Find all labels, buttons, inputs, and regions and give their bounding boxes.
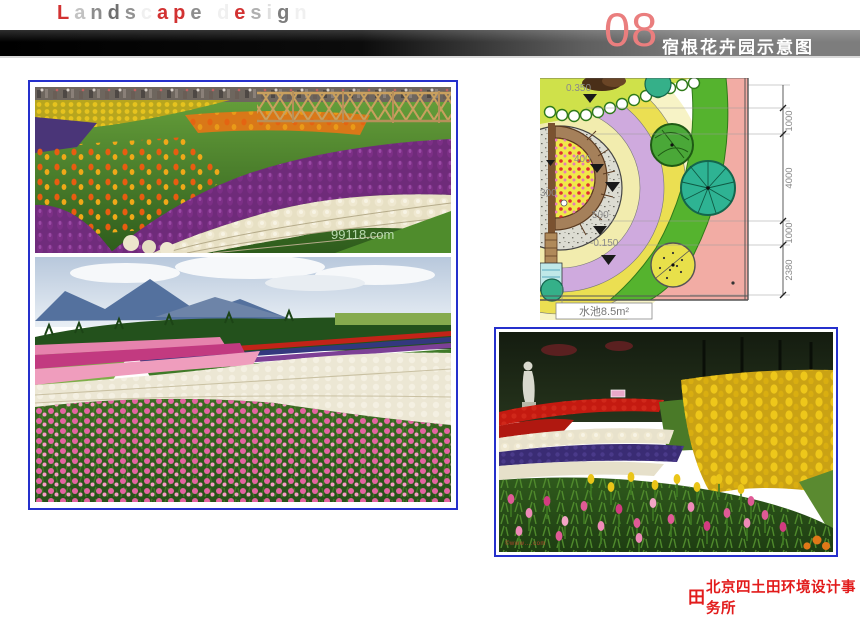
elev-middle: 500: [592, 210, 609, 221]
watermark-top-photo: 99118.com: [331, 227, 394, 242]
company-name: 北京四土田环境设计事务所: [706, 576, 860, 618]
page-title: 宿根花卉园示意图: [662, 33, 814, 58]
plan-drawing: 0.350 400 300 500 -0.150 1000: [540, 78, 796, 320]
photo-flower-spiral: 99118.com: [35, 87, 451, 253]
elev-left: 300: [540, 188, 557, 199]
dim-2380: 2380: [784, 259, 795, 280]
logo-text: Landscape design: [57, 1, 312, 25]
watermark-bottom-photo: ©www….com: [505, 540, 546, 547]
plan-dimension-chain: 1000 4000 1000 2380: [780, 85, 795, 298]
bottom-right-photo-frame: ©www….com: [494, 327, 838, 557]
photo-flower-field-mountains: [35, 257, 451, 502]
left-photo-frame: 99118.com: [28, 80, 458, 510]
elev-lower: -0.150: [590, 238, 619, 249]
elev-upper: 400: [574, 154, 591, 165]
footer-company: 田 北京四土田环境设计事务所: [688, 576, 860, 618]
dim-1000b: 1000: [784, 222, 795, 243]
dim-4000: 4000: [784, 167, 795, 188]
dim-1000a: 1000: [784, 110, 795, 131]
pool-label-text: 水池8.5m²: [579, 305, 629, 318]
elev-top: 0.350: [566, 83, 591, 94]
yellow-tulip-mass: [681, 370, 833, 494]
plan-pool: [540, 263, 563, 301]
sign-marker: [611, 390, 625, 397]
photo-tulip-garden: ©www….com: [499, 332, 833, 552]
plan-wrap: 0.350 400 300 500 -0.150 1000: [540, 78, 796, 320]
company-logo-icon: 田: [688, 589, 705, 606]
page-number: 08: [604, 6, 658, 53]
fence: [257, 91, 451, 123]
white-flower-row2: [499, 461, 664, 480]
